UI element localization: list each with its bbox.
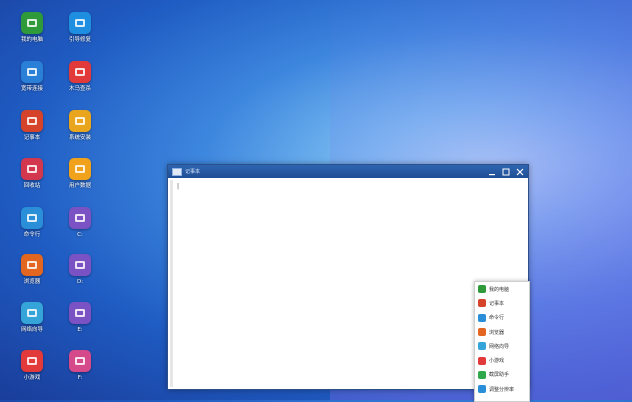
drive-d-icon [69,254,91,276]
window-controls [488,165,524,178]
gamepad-icon [478,356,486,365]
desktop-icon-home-network[interactable]: 网络向导 [12,302,52,334]
close-button[interactable] [516,168,524,176]
gamepad-icon [21,350,43,372]
desktop-icon-label: 我的电脑 [20,37,43,43]
quick-launch-menu: 我的电脑记事本命令行浏览器网络向导小游戏截屏助手调整分辨率 [474,281,530,402]
desktop-icon-network-globe[interactable]: 宽带连接 [12,61,52,93]
menu-item-label: 命令行 [489,315,505,322]
menu-item-label: 调整分辨率 [489,386,515,393]
network-globe-icon [21,61,43,83]
maximize-icon [502,168,510,175]
desktop-icon-label: D: [76,279,84,285]
recycle-bin-icon [21,158,43,180]
menu-item-scissors[interactable]: 截屏助手 [475,368,529,382]
folder-icon [69,158,91,180]
desktop-icon-windows-logo[interactable]: 系统安装 [60,110,100,142]
minimize-button[interactable] [488,168,496,176]
menu-item-display[interactable]: 调整分辨率 [475,382,529,396]
desktop-icon-folder[interactable]: 用户数据 [60,158,100,190]
desktop-icon-label: 小游戏 [23,375,41,381]
desktop-icon-label: 浏览器 [23,279,41,285]
desktop-icon-label: 命令行 [23,232,41,238]
desktop-icon-tools[interactable]: 引导修复 [60,12,100,44]
menu-item-notepad[interactable]: 记事本 [475,296,529,310]
text-editor-area[interactable]: | [170,180,526,387]
desktop-icon-notepad[interactable]: 记事本 [12,110,52,142]
desktop-icon-label: 木马查杀 [68,86,91,92]
menu-item-label: 我的电脑 [489,286,510,293]
windows-logo-icon [69,110,91,132]
menu-item-home-network[interactable]: 网络向导 [475,339,529,353]
desktop-icon-label: 宽带连接 [20,86,43,92]
menu-item-label: 截屏助手 [489,372,510,379]
firefox-icon [478,328,486,337]
drive-c-icon [69,207,91,229]
desktop-icon-label: 网络向导 [20,327,43,333]
menu-item-label: 网络向导 [489,343,510,350]
desktop-icon-label: 回收站 [23,183,41,189]
menu-item-terminal[interactable]: 命令行 [475,311,529,325]
maximize-button[interactable] [502,168,510,176]
notepad-icon [478,299,486,308]
tools-icon [69,12,91,34]
display-icon [478,385,486,394]
firefox-icon [21,254,43,276]
desktop-icon-recycle-bin[interactable]: 回收站 [12,158,52,190]
desktop-icon-medical-kit[interactable]: 木马查杀 [60,61,100,93]
desktop-icon-label: F: [77,375,83,381]
menu-item-label: 小游戏 [489,358,505,365]
home-network-icon [478,342,486,351]
home-network-icon [21,302,43,324]
menu-item-gamepad[interactable]: 小游戏 [475,353,529,367]
drive-f-icon [69,350,91,372]
desktop-icon-label: C: [77,232,83,238]
desktop-icon-label: E: [77,327,83,333]
desktop-icon-label: 用户数据 [68,183,91,189]
desktop-icon-terminal[interactable]: 命令行 [12,207,52,239]
desktop-icon-drive-f[interactable]: F: [60,350,100,382]
terminal-icon [21,207,43,229]
desktop-icon-label: 系统安装 [68,135,91,141]
desktop-icon-drive-d[interactable]: D: [60,254,100,286]
desktop-icon-firefox[interactable]: 浏览器 [12,254,52,286]
menu-item-computer[interactable]: 我的电脑 [475,282,529,296]
menu-item-label: 浏览器 [489,329,505,336]
desktop-icon-drive-e[interactable]: E: [60,302,100,334]
text-cursor: | [177,183,180,190]
menu-item-label: 记事本 [489,300,505,307]
close-icon [516,168,524,175]
desktop-icon-label: 引导修复 [68,37,91,43]
notepad-icon [172,167,182,176]
desktop-icon-drive-c[interactable]: C: [60,207,100,239]
menu-item-firefox[interactable]: 浏览器 [475,325,529,339]
terminal-icon [478,313,486,322]
minimize-icon [489,173,495,175]
desktop-icon-label: 记事本 [23,135,41,141]
drive-e-icon [69,302,91,324]
window-title: 记事本 [185,169,201,175]
scissors-icon [478,370,486,379]
desktop-icon-gamepad[interactable]: 小游戏 [12,350,52,382]
computer-icon [478,285,486,294]
medical-kit-icon [69,61,91,83]
desktop-icon-computer[interactable]: 我的电脑 [12,12,52,44]
notepad-icon [21,110,43,132]
computer-icon [21,12,43,34]
window-titlebar[interactable]: 记事本 [168,165,528,178]
